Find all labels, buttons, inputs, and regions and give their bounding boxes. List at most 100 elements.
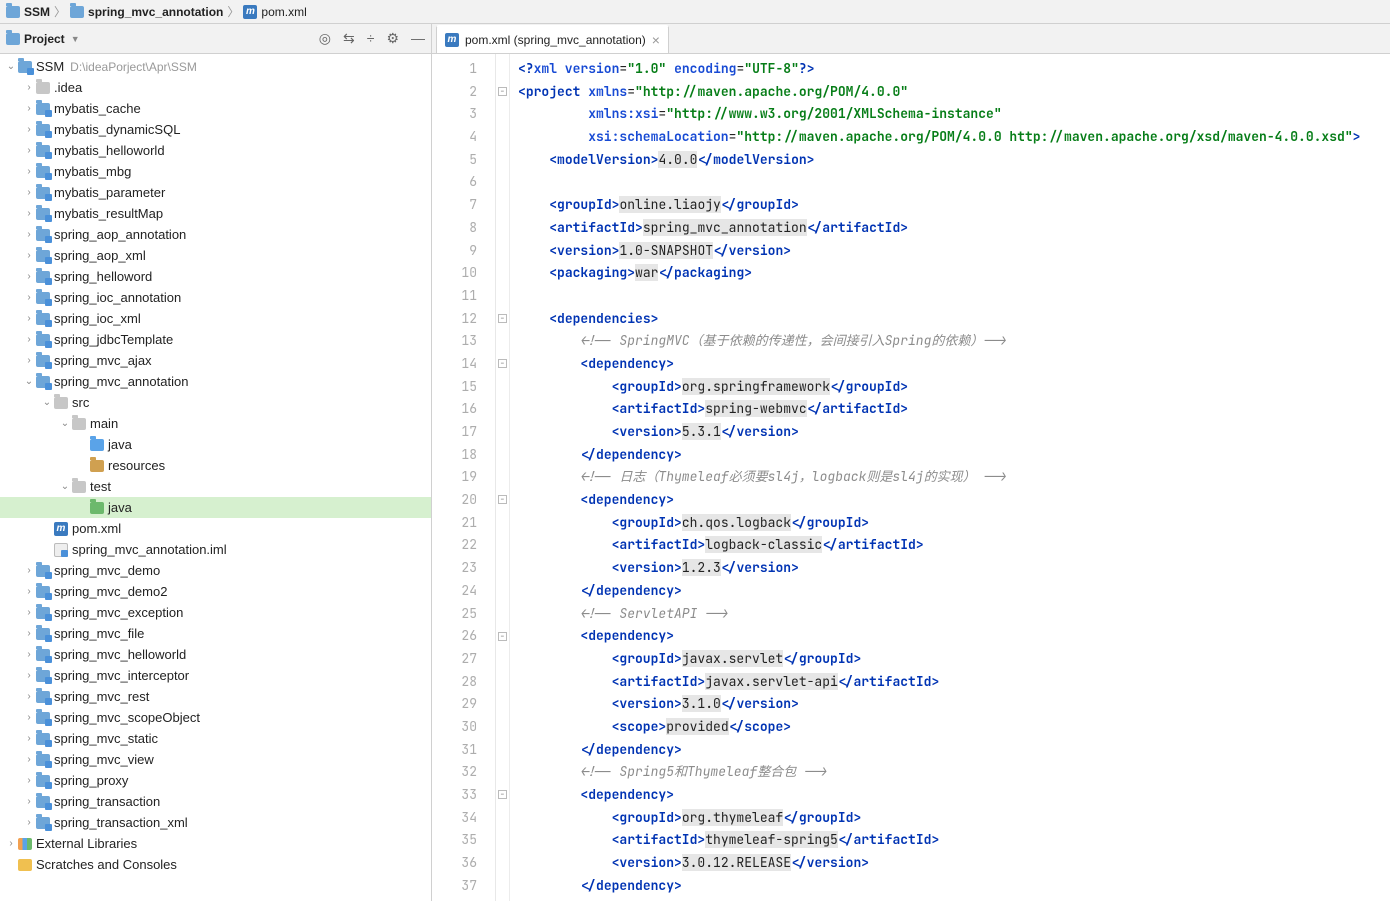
- mod-icon: [36, 649, 50, 661]
- tree-item[interactable]: ›spring_mvc_interceptor: [0, 665, 431, 686]
- tree-item[interactable]: ›spring_mvc_demo: [0, 560, 431, 581]
- twisty-icon[interactable]: ›: [22, 166, 36, 177]
- tree-item[interactable]: ›spring_mvc_static: [0, 728, 431, 749]
- twisty-icon[interactable]: ›: [22, 775, 36, 786]
- chevron-down-icon[interactable]: ▼: [71, 34, 80, 44]
- twisty-icon[interactable]: ›: [22, 124, 36, 135]
- tree-item[interactable]: ›spring_ioc_annotation: [0, 287, 431, 308]
- twisty-icon[interactable]: ›: [22, 250, 36, 261]
- tree-item[interactable]: ›spring_proxy: [0, 770, 431, 791]
- gear-icon[interactable]: ⚙: [386, 30, 399, 47]
- twisty-icon[interactable]: ›: [22, 271, 36, 282]
- twisty-icon[interactable]: ›: [22, 334, 36, 345]
- tree-item[interactable]: resources: [0, 455, 431, 476]
- twisty-icon[interactable]: ›: [22, 796, 36, 807]
- code-content[interactable]: <?xml version="1.0" encoding="UTF-8"?><p…: [510, 54, 1390, 901]
- tree-item[interactable]: ›spring_mvc_view: [0, 749, 431, 770]
- tree-item[interactable]: ›mybatis_parameter: [0, 182, 431, 203]
- twisty-icon[interactable]: ›: [22, 82, 36, 93]
- tree-item[interactable]: java: [0, 497, 431, 518]
- fold-toggle[interactable]: −: [498, 495, 507, 504]
- code-line: <version>3.1.0</version>: [518, 693, 1390, 716]
- tree-item[interactable]: ›spring_aop_xml: [0, 245, 431, 266]
- tree-item[interactable]: ›spring_mvc_helloworld: [0, 644, 431, 665]
- crumb-file[interactable]: mpom.xml: [243, 5, 306, 19]
- twisty-icon[interactable]: ›: [22, 145, 36, 156]
- tree-item[interactable]: ›spring_mvc_rest: [0, 686, 431, 707]
- tree-item[interactable]: ⌄spring_mvc_annotation: [0, 371, 431, 392]
- twisty-icon[interactable]: ›: [22, 691, 36, 702]
- hide-icon[interactable]: —: [411, 30, 425, 47]
- twisty-icon[interactable]: ›: [22, 565, 36, 576]
- twisty-icon[interactable]: ›: [22, 817, 36, 828]
- dir-icon: [36, 82, 50, 94]
- twisty-icon[interactable]: ⌄: [58, 481, 72, 492]
- twisty-icon[interactable]: ›: [22, 733, 36, 744]
- crumb-module[interactable]: spring_mvc_annotation: [70, 5, 223, 19]
- twisty-icon[interactable]: ⌄: [40, 397, 54, 408]
- tree-item[interactable]: ›spring_mvc_ajax: [0, 350, 431, 371]
- tree-item[interactable]: ›mybatis_helloworld: [0, 140, 431, 161]
- twisty-icon[interactable]: ›: [22, 208, 36, 219]
- twisty-icon[interactable]: ›: [22, 103, 36, 114]
- twisty-icon[interactable]: ›: [22, 670, 36, 681]
- twisty-icon[interactable]: ›: [22, 229, 36, 240]
- tree-item[interactable]: ›spring_mvc_demo2: [0, 581, 431, 602]
- tree-item[interactable]: ›spring_helloword: [0, 266, 431, 287]
- fold-toggle[interactable]: −: [498, 790, 507, 799]
- close-icon[interactable]: ×: [652, 33, 660, 47]
- tree-item[interactable]: ›mybatis_mbg: [0, 161, 431, 182]
- tree-item[interactable]: java: [0, 434, 431, 455]
- tree-item[interactable]: ⌄src: [0, 392, 431, 413]
- twisty-icon[interactable]: ⌄: [22, 376, 36, 387]
- twisty-icon[interactable]: ⌄: [58, 418, 72, 429]
- twisty-icon[interactable]: ›: [22, 292, 36, 303]
- tree-item[interactable]: ›spring_jdbcTemplate: [0, 329, 431, 350]
- tree-item[interactable]: ›mybatis_resultMap: [0, 203, 431, 224]
- twisty-icon[interactable]: ›: [22, 355, 36, 366]
- twisty-icon[interactable]: ›: [22, 607, 36, 618]
- twisty-icon[interactable]: ›: [22, 712, 36, 723]
- editor-tab[interactable]: m pom.xml (spring_mvc_annotation) ×: [436, 25, 669, 53]
- twisty-icon[interactable]: ›: [22, 628, 36, 639]
- collapse-icon[interactable]: ÷: [367, 30, 375, 47]
- tree-item[interactable]: ›spring_transaction_xml: [0, 812, 431, 833]
- fold-toggle[interactable]: −: [498, 87, 507, 96]
- twisty-icon[interactable]: ›: [22, 187, 36, 198]
- tree-item[interactable]: Scratches and Consoles: [0, 854, 431, 875]
- project-tree[interactable]: ⌄SSMD:\ideaPorject\Apr\SSM›.idea›mybatis…: [0, 54, 431, 901]
- tree-item[interactable]: ⌄test: [0, 476, 431, 497]
- twisty-icon[interactable]: ›: [22, 649, 36, 660]
- code-editor[interactable]: 1234567891011121314151617181920212223242…: [432, 54, 1390, 901]
- tree-item[interactable]: ›.idea: [0, 77, 431, 98]
- tree-item[interactable]: ›mybatis_dynamicSQL: [0, 119, 431, 140]
- twisty-icon[interactable]: ›: [22, 586, 36, 597]
- crumb-root[interactable]: SSM: [6, 5, 50, 19]
- line-number: 5: [432, 149, 477, 172]
- expand-icon[interactable]: ⇆: [343, 30, 355, 47]
- tree-item[interactable]: ⌄ main: [0, 413, 431, 434]
- fold-column[interactable]: − − − − − −: [496, 54, 510, 901]
- twisty-icon[interactable]: ›: [22, 313, 36, 324]
- tree-item[interactable]: spring_mvc_annotation.iml: [0, 539, 431, 560]
- fold-toggle[interactable]: −: [498, 359, 507, 368]
- tree-item[interactable]: ⌄SSMD:\ideaPorject\Apr\SSM: [0, 56, 431, 77]
- fold-toggle[interactable]: −: [498, 632, 507, 641]
- twisty-icon[interactable]: ⌄: [4, 61, 18, 72]
- tree-item[interactable]: ›spring_ioc_xml: [0, 308, 431, 329]
- tree-item[interactable]: ›spring_mvc_file: [0, 623, 431, 644]
- locate-icon[interactable]: ◎: [319, 30, 331, 47]
- tree-item[interactable]: ›External Libraries: [0, 833, 431, 854]
- tree-item[interactable]: ›spring_mvc_scopeObject: [0, 707, 431, 728]
- tree-label: main: [90, 416, 118, 431]
- mod-icon: [36, 166, 50, 178]
- twisty-icon[interactable]: ›: [22, 754, 36, 765]
- twisty-icon[interactable]: ›: [4, 838, 18, 849]
- tree-item[interactable]: ›spring_aop_annotation: [0, 224, 431, 245]
- project-title[interactable]: Project: [24, 32, 65, 46]
- tree-item[interactable]: mpom.xml: [0, 518, 431, 539]
- tree-item[interactable]: ›spring_transaction: [0, 791, 431, 812]
- fold-toggle[interactable]: −: [498, 314, 507, 323]
- tree-item[interactable]: ›mybatis_cache: [0, 98, 431, 119]
- tree-item[interactable]: ›spring_mvc_exception: [0, 602, 431, 623]
